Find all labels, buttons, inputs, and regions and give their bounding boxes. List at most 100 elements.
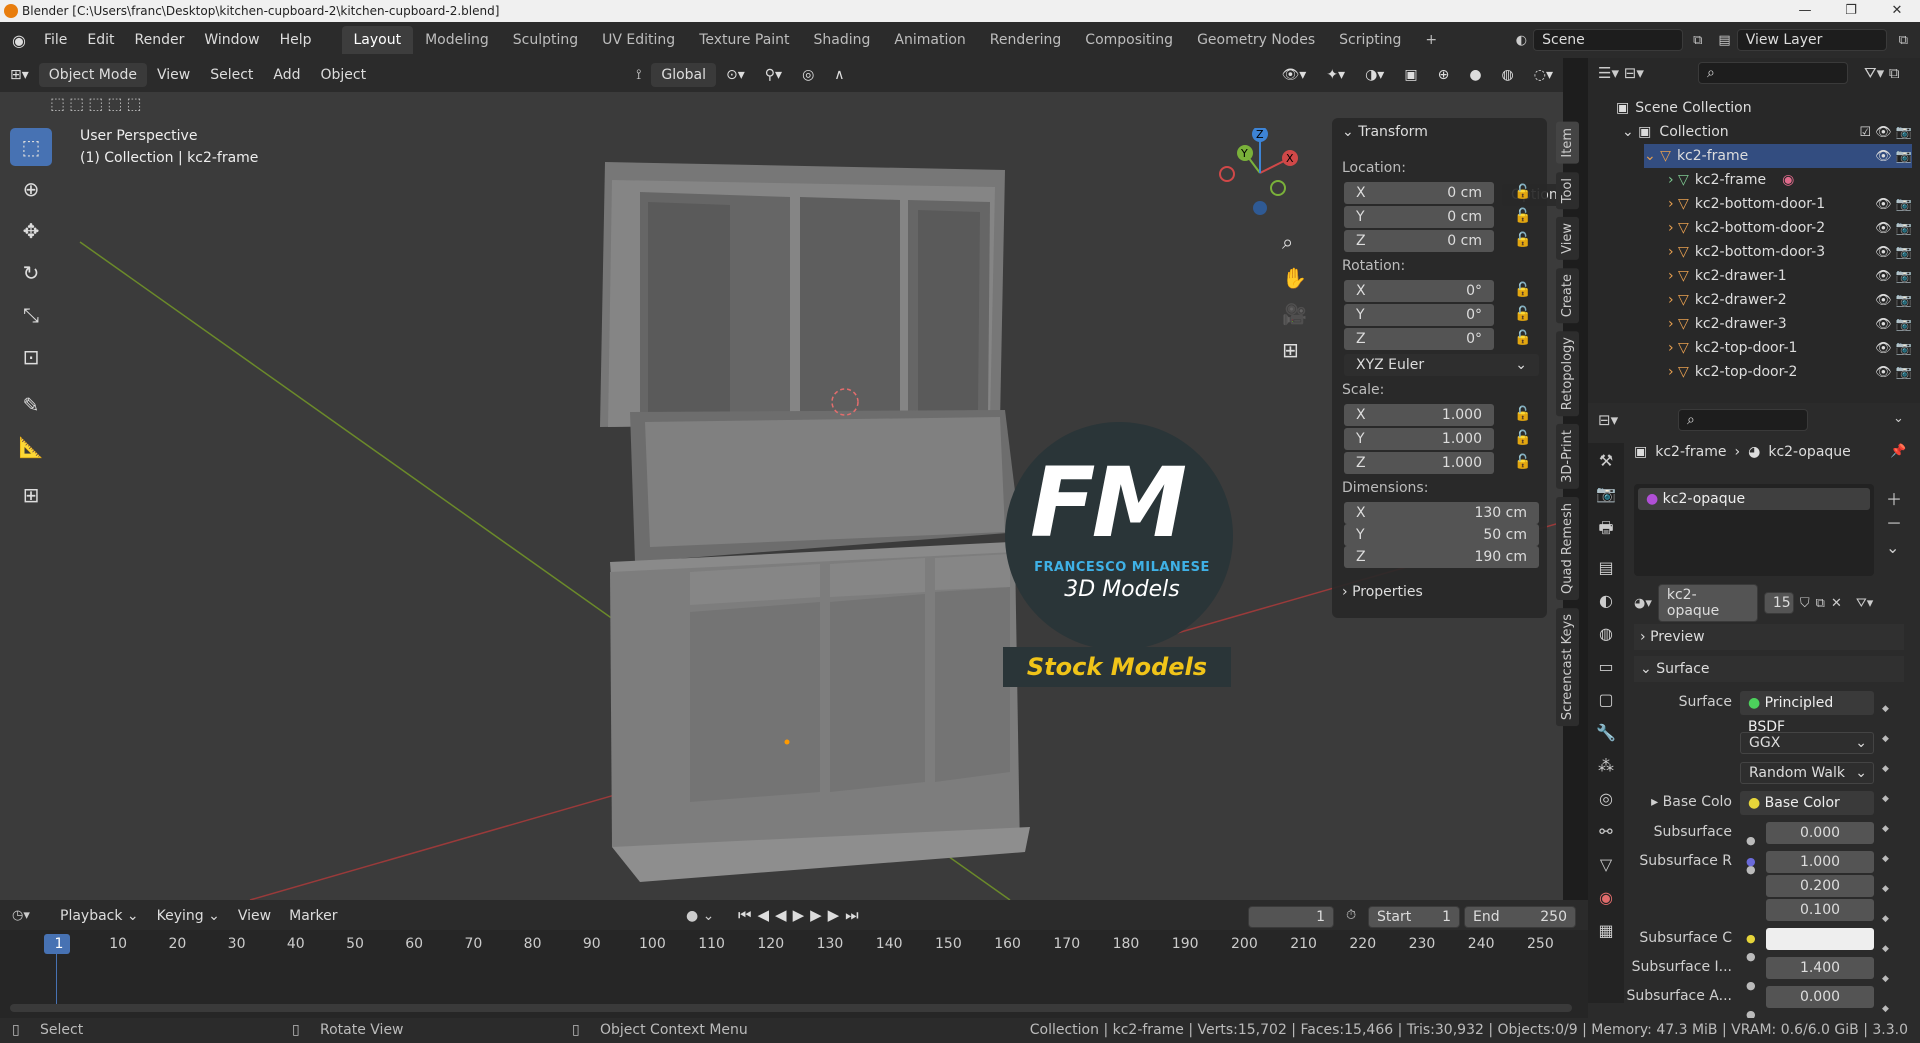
subsurface-ior-field[interactable]: 1.400 [1766,957,1874,979]
tab-3d-print[interactable]: 3D-Print [1556,424,1579,490]
menu-keying[interactable]: Keying ⌄ [157,908,220,924]
shading-rendered-icon[interactable]: ◌▾ [1524,67,1563,83]
annotate-tool-icon[interactable]: ✎ [10,386,52,424]
collection-row[interactable]: ⌄ ▣ Collection ☑ 👁 📷 [1622,120,1912,144]
distribution-dropdown[interactable]: GGX ⌄ [1740,732,1874,754]
remove-slot-button[interactable]: － [1886,512,1902,536]
lock-location-y-icon[interactable]: 🔓 [1514,208,1531,224]
fake-user-icon[interactable]: ⛉ [1800,596,1810,611]
gizmo-toggle-icon[interactable]: ✦▾ [1316,67,1355,83]
shading-solid-icon[interactable]: ● [1459,67,1491,83]
shading-material-icon[interactable]: ◍ [1492,67,1524,83]
ortho-grid-icon[interactable]: ⊞ [1282,338,1299,362]
menu-timeline-view[interactable]: View [238,908,271,924]
outliner-item[interactable]: › ▽ kc2-top-door-2 👁 📷 [1668,360,1912,384]
tab-item[interactable]: Item [1556,122,1579,164]
overlay-toggle-icon[interactable]: ◑▾ [1355,67,1394,83]
scene-collection-row[interactable]: ▣ Scene Collection [1616,96,1752,120]
tab-geometry-nodes[interactable]: Geometry Nodes [1185,26,1327,54]
tab-shading[interactable]: Shading [802,26,883,54]
lock-rotation-z-icon[interactable]: 🔓 [1514,330,1531,346]
dimension-x-field[interactable]: X 130 cm [1344,502,1539,524]
browse-material-icon[interactable]: ◕▾ [1634,596,1652,611]
lock-scale-y-icon[interactable]: 🔓 [1514,430,1531,446]
surface-panel-header[interactable]: ⌄ Surface [1634,656,1904,682]
timeline-editor-icon[interactable]: ◷▾ [12,908,30,923]
timeline-scrollbar[interactable] [10,1004,1572,1012]
blender-menu-icon[interactable]: ◉ [0,31,34,50]
particles-tab-icon[interactable]: ⁂ [1598,756,1614,775]
outliner-item[interactable]: › ▽ kc2-frame ◉ [1668,168,1912,192]
subsurface-field[interactable]: 0.000 [1766,822,1874,844]
menu-render[interactable]: Render [125,32,195,48]
tab-screencast-keys[interactable]: Screencast Keys [1556,607,1579,727]
node-link-icon[interactable]: ⛛▾ [1856,596,1873,611]
pivot-icon[interactable]: ⊙▾ [716,67,755,83]
scale-x-field[interactable]: X 1.000 [1344,404,1494,426]
lock-scale-x-icon[interactable]: 🔓 [1514,406,1531,422]
playback-controls[interactable]: ⏮◀◀▶▶▶⏭ [738,906,865,924]
select-box-tool-icon[interactable]: ⬚ [10,128,52,166]
rotate-tool-icon[interactable]: ↻ [10,254,52,292]
outliner-editor-icon[interactable]: ☰▾ ⊟▾ [1598,64,1644,82]
rotation-y-field[interactable]: Y 0° [1344,304,1494,326]
mode-dropdown[interactable]: Object Mode [38,63,147,87]
outliner-item[interactable]: › ▽ kc2-drawer-3 👁 📷 [1668,312,1912,336]
lock-rotation-y-icon[interactable]: 🔓 [1514,306,1531,322]
tab-uv-editing[interactable]: UV Editing [590,26,687,54]
slot-specials-button[interactable]: ⌄ [1886,536,1902,560]
preview-panel-header[interactable]: › Preview [1634,624,1904,650]
dimension-z-field[interactable]: Z 190 cm [1344,546,1539,568]
constraints-tab-icon[interactable]: ⚯ [1599,822,1612,841]
start-frame-field[interactable]: Start 1 [1368,906,1460,928]
texture-tab-icon[interactable]: ▦ [1598,921,1613,940]
lock-rotation-x-icon[interactable]: 🔓 [1514,282,1531,298]
subsurface-radius-x-field[interactable]: 1.000 [1766,851,1874,873]
tab-create[interactable]: Create [1556,267,1579,323]
world-tab-icon[interactable]: ◍ [1599,624,1613,643]
menu-add[interactable]: Add [263,67,310,83]
shading-wireframe-icon[interactable]: ⊕ [1428,67,1460,83]
unlink-material-icon[interactable]: ✕ [1831,596,1842,611]
outliner-item[interactable]: › ▽ kc2-bottom-door-3 👁 📷 [1668,240,1912,264]
menu-file[interactable]: File [34,32,77,48]
outliner-search-input[interactable]: ⌕ [1698,62,1848,84]
scene-tab-icon[interactable]: ◐ [1599,591,1613,610]
xray-icon[interactable]: ▣ [1394,67,1427,83]
lock-location-z-icon[interactable]: 🔓 [1514,232,1531,248]
data-tab-icon[interactable]: ▽ [1600,855,1612,874]
menu-marker[interactable]: Marker [289,908,337,924]
navigation-gizmo[interactable]: Z X Y [1215,128,1305,218]
current-frame-field[interactable]: 1 [1248,906,1334,928]
pan-hand-icon[interactable]: ✋ [1282,266,1307,290]
outliner-root-object[interactable]: ⌄ ▽ kc2-frame 👁 📷 [1644,144,1912,168]
close-icon[interactable]: ✕ [1874,0,1920,22]
subsurface-radius-y-field[interactable]: 0.200 [1766,875,1874,897]
menu-edit[interactable]: Edit [77,32,124,48]
subsurface-color-swatch[interactable] [1766,928,1874,950]
visibility-icon[interactable]: 👁▾ [1272,67,1317,83]
editor-type-icon[interactable]: ⊞▾ [0,67,39,83]
duplicate-material-icon[interactable]: ⧉ [1816,596,1825,611]
orientation-dropdown[interactable]: Global [651,63,717,87]
tab-compositing[interactable]: Compositing [1073,26,1185,54]
lock-scale-z-icon[interactable]: 🔓 [1514,454,1531,470]
menu-help[interactable]: Help [270,32,322,48]
3d-viewport[interactable]: FM FRANCESCO MILANESE 3D Models Stock Mo… [0,92,1563,900]
zoom-icon[interactable]: ⌕ [1282,230,1293,254]
root-visibility-icon[interactable]: 👁 📷 [1875,149,1912,164]
menu-view[interactable]: View [147,67,200,83]
properties-options-icon[interactable]: ⌄ [1893,411,1904,426]
material-slot-item[interactable]: ● kc2-opaque [1638,488,1870,510]
maximize-icon[interactable]: ❐ [1828,0,1874,22]
menu-window[interactable]: Window [194,32,269,48]
tab-retopology[interactable]: Retopology [1556,330,1579,417]
view-layer-tab-icon[interactable]: ▤ [1598,558,1613,577]
lock-location-x-icon[interactable]: 🔓 [1514,184,1531,200]
end-frame-field[interactable]: End 250 [1464,906,1576,928]
material-name-field[interactable]: kc2-opaque [1657,584,1758,622]
material-users-count[interactable]: 15 [1763,592,1794,614]
location-z-field[interactable]: Z0 cm [1344,230,1494,252]
measure-tool-icon[interactable]: 📐 [10,428,52,466]
tab-tool[interactable]: Tool [1556,171,1579,209]
